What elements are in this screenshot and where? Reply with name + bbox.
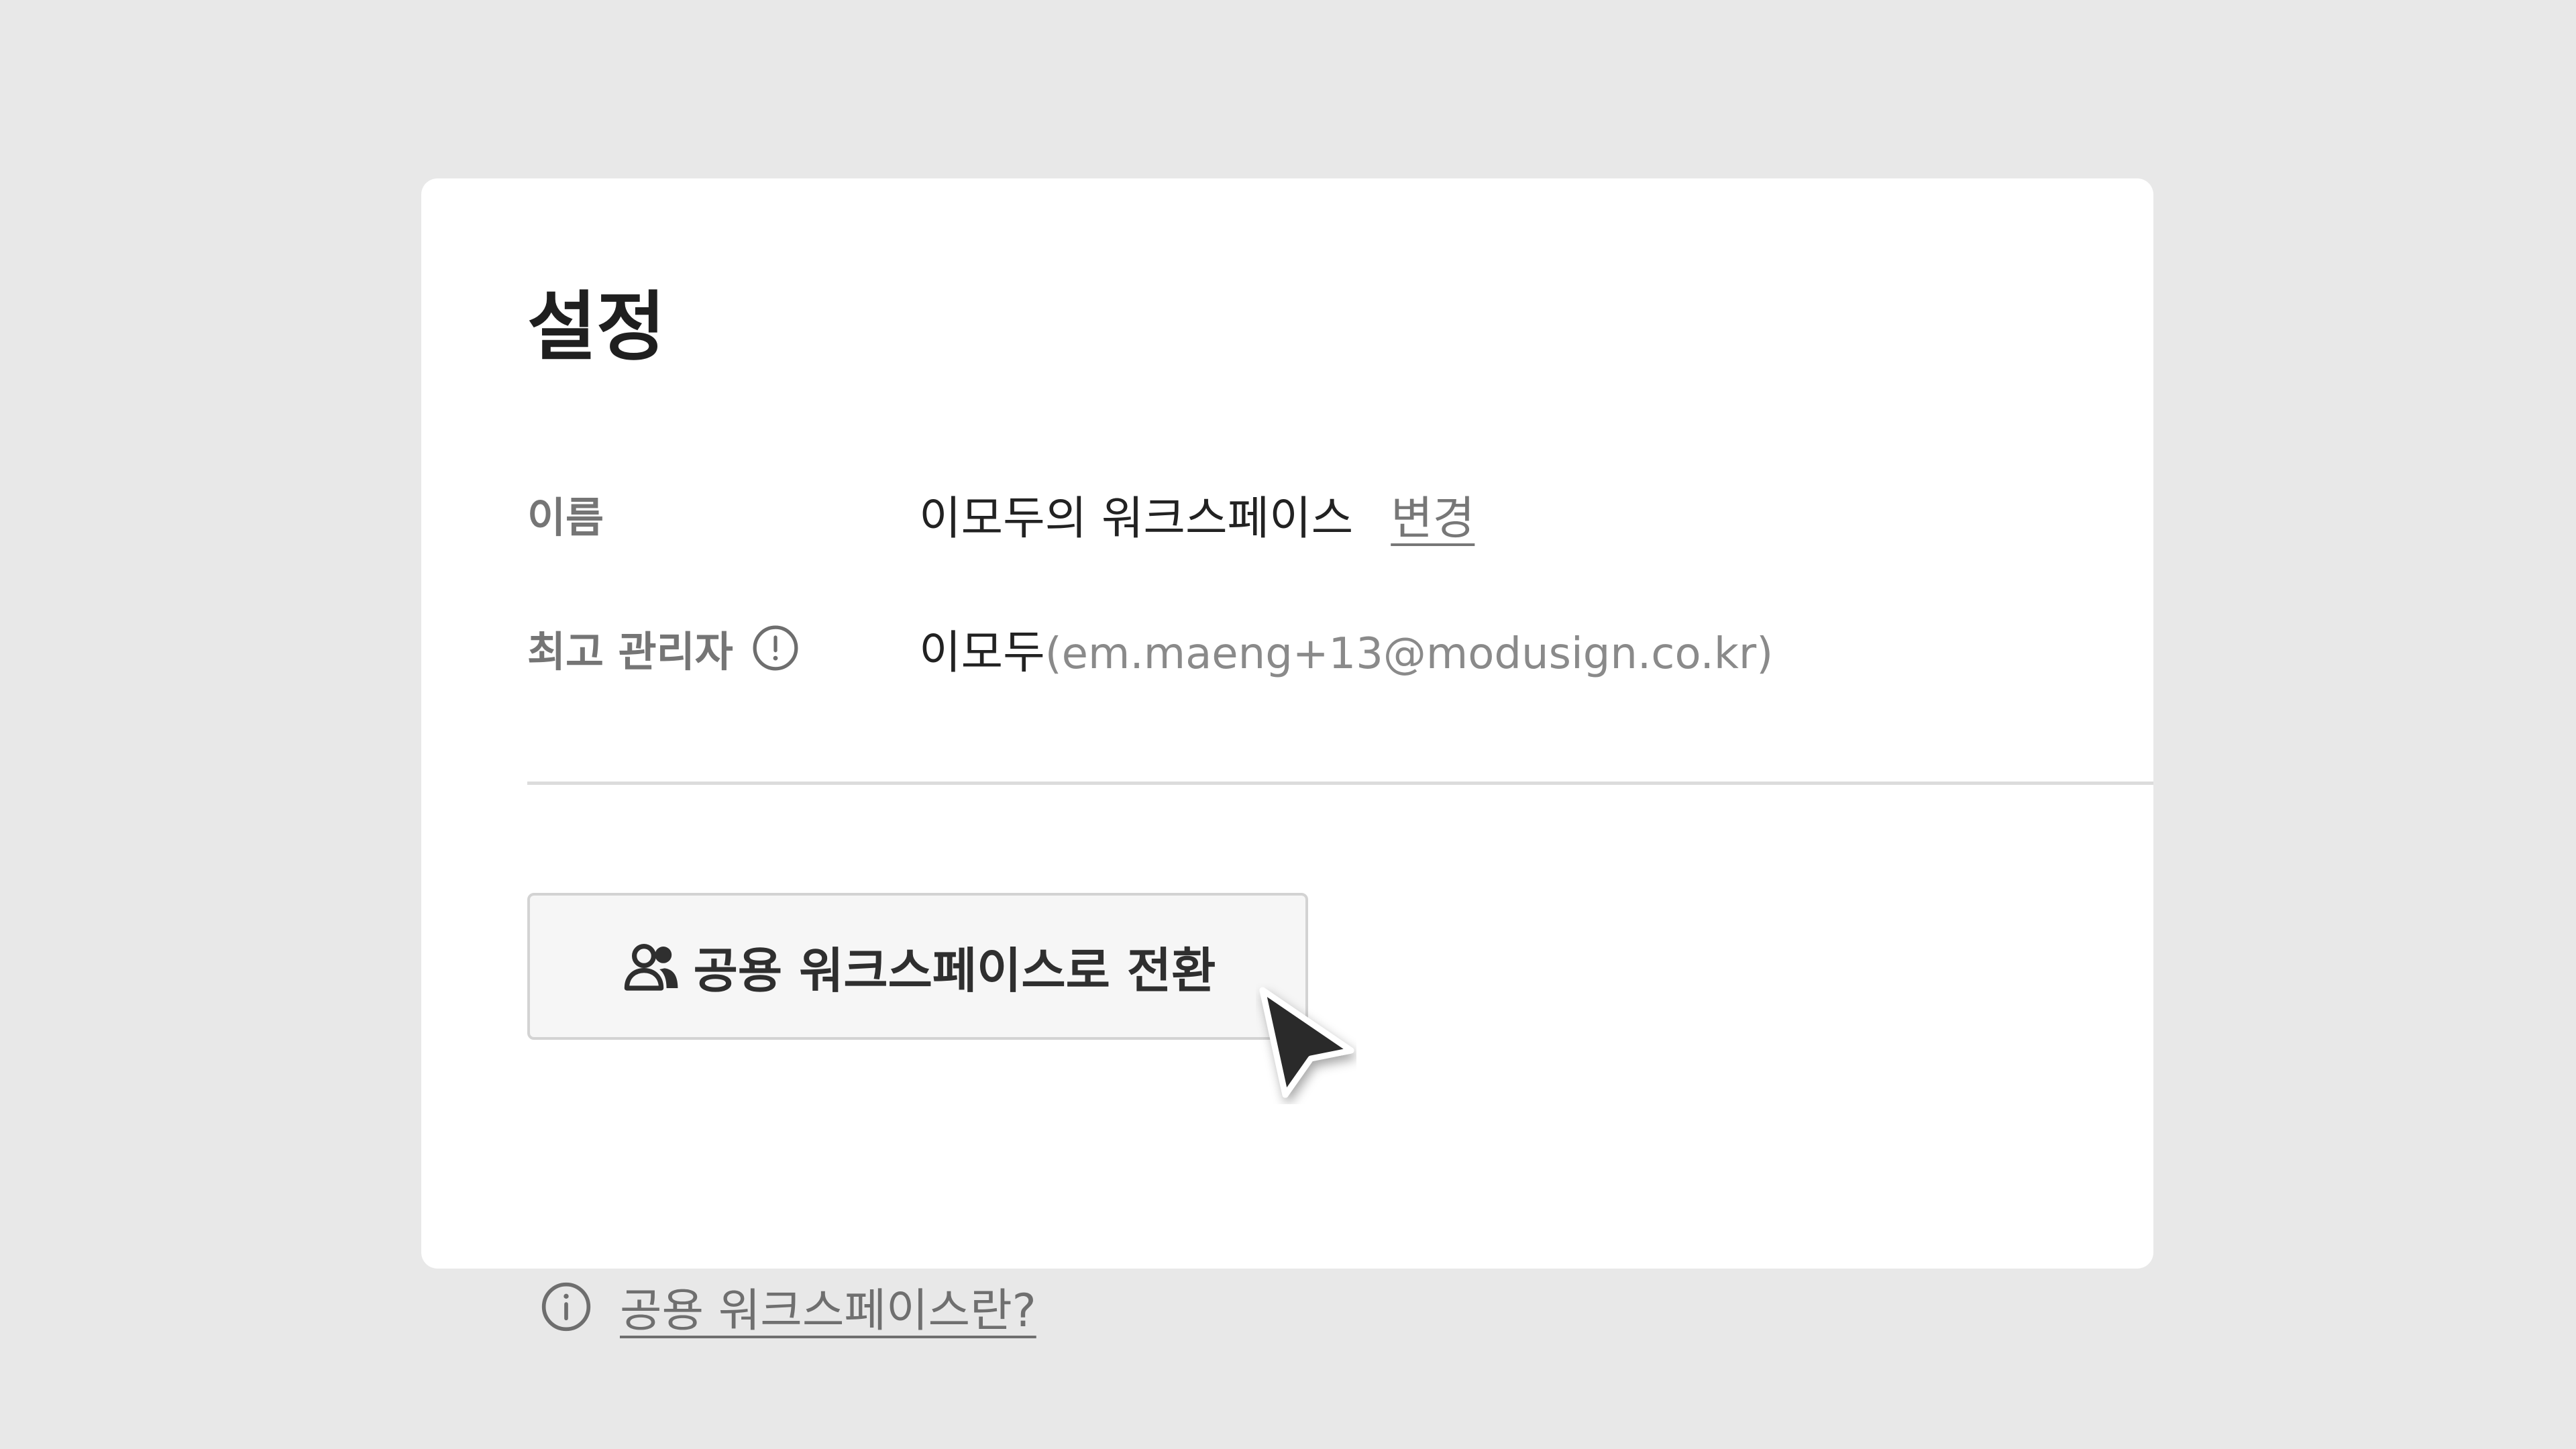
help-row: 공용 워크스페이스란? — [539, 1273, 1036, 1340]
admin-email: (em.maeng+13@modusign.co.kr) — [1044, 629, 1774, 679]
name-value-group: 이모두의 워크스페이스 변경 — [919, 481, 1474, 547]
info-circle-icon[interactable] — [751, 623, 800, 673]
admin-row: 최고 관리자 이모두 (em.maeng+13@modusign.co.kr) — [527, 608, 1773, 688]
name-label: 이름 — [527, 484, 919, 544]
page-title: 설정 — [527, 284, 666, 371]
convert-button-label: 공용 워크스페이스로 전환 — [693, 943, 1216, 999]
admin-label: 최고 관리자 — [527, 618, 919, 678]
change-name-link[interactable]: 변경 — [1391, 481, 1474, 547]
admin-label-text: 최고 관리자 — [527, 627, 733, 676]
shared-workspace-help-link[interactable]: 공용 워크스페이스란? — [620, 1273, 1036, 1340]
name-row: 이름 이모두의 워크스페이스 변경 — [527, 474, 1474, 554]
admin-value-group: 이모두 (em.maeng+13@modusign.co.kr) — [919, 615, 1773, 682]
workspace-name: 이모두의 워크스페이스 — [919, 492, 1354, 545]
convert-to-shared-workspace-button[interactable]: 공용 워크스페이스로 전환 — [527, 893, 1308, 1040]
name-label-text: 이름 — [527, 493, 604, 542]
admin-name: 이모두 — [919, 626, 1045, 680]
settings-card: 설정 이름 이모두의 워크스페이스 변경 최고 관리자 이모두 (em.maen… — [421, 178, 2153, 1338]
section-divider — [527, 782, 2153, 785]
users-icon — [620, 934, 684, 999]
info-circle-icon — [539, 1280, 593, 1334]
